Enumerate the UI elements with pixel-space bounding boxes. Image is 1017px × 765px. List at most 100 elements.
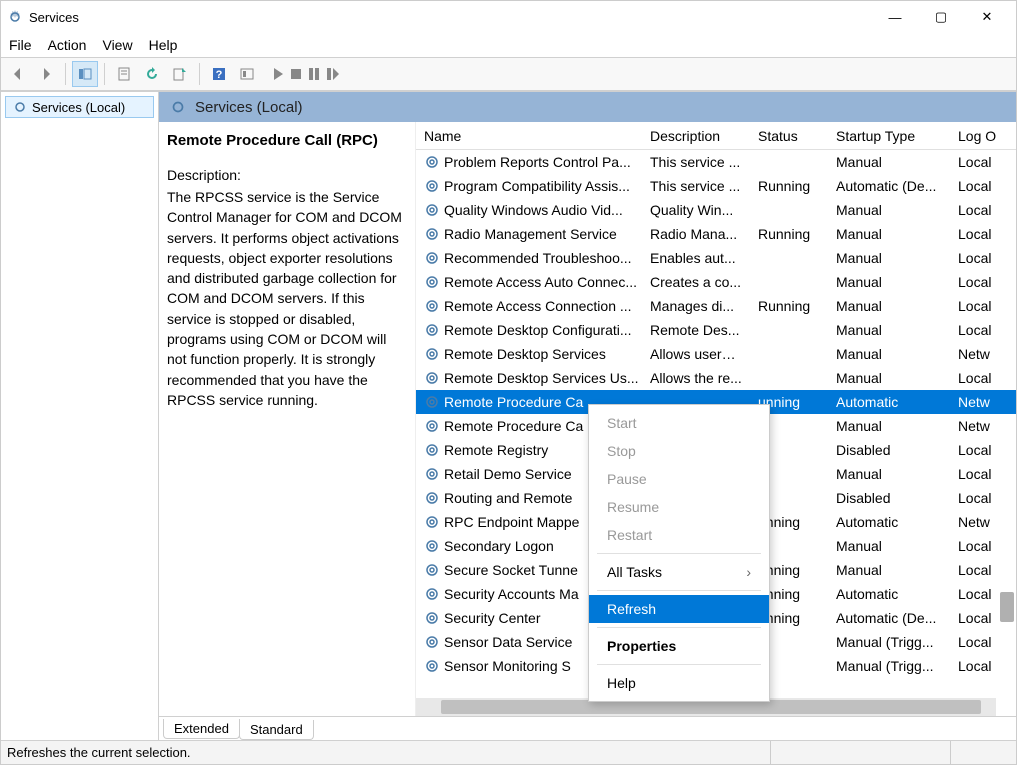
col-log-on[interactable]: Log O <box>950 122 1010 149</box>
service-startup: Manual <box>828 202 950 218</box>
service-icon <box>424 154 440 170</box>
service-status: Running <box>750 226 828 242</box>
service-icon <box>424 418 440 434</box>
service-row[interactable]: Remote Desktop Services Allows users ... M… <box>416 342 1016 366</box>
detail-pane: Remote Procedure Call (RPC) Description:… <box>159 122 415 716</box>
service-startup: Manual <box>828 466 950 482</box>
service-row[interactable]: Radio Management ServiceRadio Mana...Run… <box>416 222 1016 246</box>
service-desc: This service ... <box>642 154 750 170</box>
service-icon <box>424 394 440 410</box>
filter-button[interactable] <box>234 61 260 87</box>
service-name: Remote Desktop Services <box>444 346 606 362</box>
service-name: Security Center <box>444 610 540 626</box>
service-name: Secondary Logon <box>444 538 554 554</box>
service-row[interactable]: Remote Access Auto Connec... Creates a co… <box>416 270 1016 294</box>
col-startup-type[interactable]: Startup Type <box>828 122 950 149</box>
tree-item-label: Services (Local) <box>32 100 125 115</box>
window-title: Services <box>29 10 872 25</box>
titlebar: Services — ▢ ✕ <box>1 1 1016 33</box>
service-row[interactable]: Problem Reports Control Pa... This servic… <box>416 150 1016 174</box>
tab-extended[interactable]: Extended <box>163 719 240 739</box>
service-name: Remote Desktop Configurati... <box>444 322 632 338</box>
back-button[interactable] <box>5 61 31 87</box>
service-status: Running <box>750 298 828 314</box>
service-startup: Manual <box>828 298 950 314</box>
service-icon <box>424 466 440 482</box>
service-desc: Quality Win... <box>642 202 750 218</box>
tab-standard[interactable]: Standard <box>239 720 314 740</box>
service-name: Remote Registry <box>444 442 548 458</box>
service-name: Quality Windows Audio Vid... <box>444 202 623 218</box>
maximize-button[interactable]: ▢ <box>918 2 964 32</box>
statusbar: Refreshes the current selection. <box>1 740 1016 764</box>
ctx-properties[interactable]: Properties <box>589 632 769 660</box>
service-desc: Allows the re... <box>642 370 750 386</box>
context-menu: Start Stop Pause Resume Restart All Task… <box>588 404 770 702</box>
ctx-refresh[interactable]: Refresh <box>589 595 769 623</box>
detail-title: Remote Procedure Call (RPC) <box>167 132 407 149</box>
service-icon <box>424 226 440 242</box>
service-desc: Remote Des... <box>642 322 750 338</box>
service-startup: Manual <box>828 562 950 578</box>
service-row[interactable]: Program Compatibility Assis...This servi… <box>416 174 1016 198</box>
service-name: Secure Socket Tunne <box>444 562 578 578</box>
vertical-scrollbar[interactable] <box>998 242 1016 642</box>
col-description[interactable]: Description <box>642 122 750 149</box>
properties-button[interactable] <box>111 61 137 87</box>
service-name: Retail Demo Service <box>444 466 572 482</box>
service-row[interactable]: Quality Windows Audio Vid... Quality Win.… <box>416 198 1016 222</box>
service-startup: Automatic (De... <box>828 610 950 626</box>
ctx-resume: Resume <box>589 493 769 521</box>
menu-help[interactable]: Help <box>149 37 178 53</box>
service-startup: Manual <box>828 346 950 362</box>
service-row[interactable]: Remote Desktop Configurati... Remote Des.… <box>416 318 1016 342</box>
menu-action[interactable]: Action <box>48 37 87 53</box>
view-tabs: Extended Standard <box>159 716 1016 740</box>
forward-button[interactable] <box>33 61 59 87</box>
minimize-button[interactable]: — <box>872 2 918 32</box>
service-name: Recommended Troubleshoo... <box>444 250 632 266</box>
service-icon <box>424 202 440 218</box>
service-icon <box>424 658 440 674</box>
service-name: Problem Reports Control Pa... <box>444 154 631 170</box>
service-icon <box>424 322 440 338</box>
col-status[interactable]: Status <box>750 122 828 149</box>
service-desc: Creates a co... <box>642 274 750 290</box>
col-name[interactable]: Name <box>416 122 642 149</box>
service-startup: Automatic <box>828 514 950 530</box>
play-icon[interactable] <box>272 67 284 81</box>
service-startup: Manual <box>828 274 950 290</box>
ctx-stop: Stop <box>589 437 769 465</box>
service-icon <box>424 490 440 506</box>
service-icon <box>424 178 440 194</box>
refresh-button[interactable] <box>139 61 165 87</box>
stop-icon[interactable] <box>290 68 302 80</box>
close-button[interactable]: ✕ <box>964 2 1010 32</box>
menu-file[interactable]: File <box>9 37 32 53</box>
service-icon <box>424 610 440 626</box>
toolbar: ? <box>1 57 1016 91</box>
service-startup: Disabled <box>828 442 950 458</box>
export-button[interactable] <box>167 61 193 87</box>
service-desc: Allows users ... <box>642 346 750 362</box>
services-icon <box>7 9 23 25</box>
service-logon: Local <box>950 154 1010 170</box>
ctx-help[interactable]: Help <box>589 669 769 697</box>
help-button[interactable]: ? <box>206 61 232 87</box>
service-row[interactable]: Remote Desktop Services Us...Allows the … <box>416 366 1016 390</box>
service-name: Program Compatibility Assis... <box>444 178 630 194</box>
restart-icon[interactable] <box>326 67 340 81</box>
service-name: Security Accounts Ma <box>444 586 579 602</box>
show-hide-tree-button[interactable] <box>72 61 98 87</box>
menu-view[interactable]: View <box>102 37 132 53</box>
service-name: Remote Access Auto Connec... <box>444 274 637 290</box>
ctx-all-tasks[interactable]: All Tasks <box>589 558 769 586</box>
service-startup: Manual <box>828 226 950 242</box>
service-name: Routing and Remote <box>444 490 572 506</box>
pause-icon[interactable] <box>308 67 320 81</box>
service-icon <box>424 514 440 530</box>
service-startup: Automatic <box>828 394 950 410</box>
service-row[interactable]: Remote Access Connection ...Manages di..… <box>416 294 1016 318</box>
service-row[interactable]: Recommended Troubleshoo...Enables aut...… <box>416 246 1016 270</box>
tree-item-services-local[interactable]: Services (Local) <box>5 96 154 118</box>
